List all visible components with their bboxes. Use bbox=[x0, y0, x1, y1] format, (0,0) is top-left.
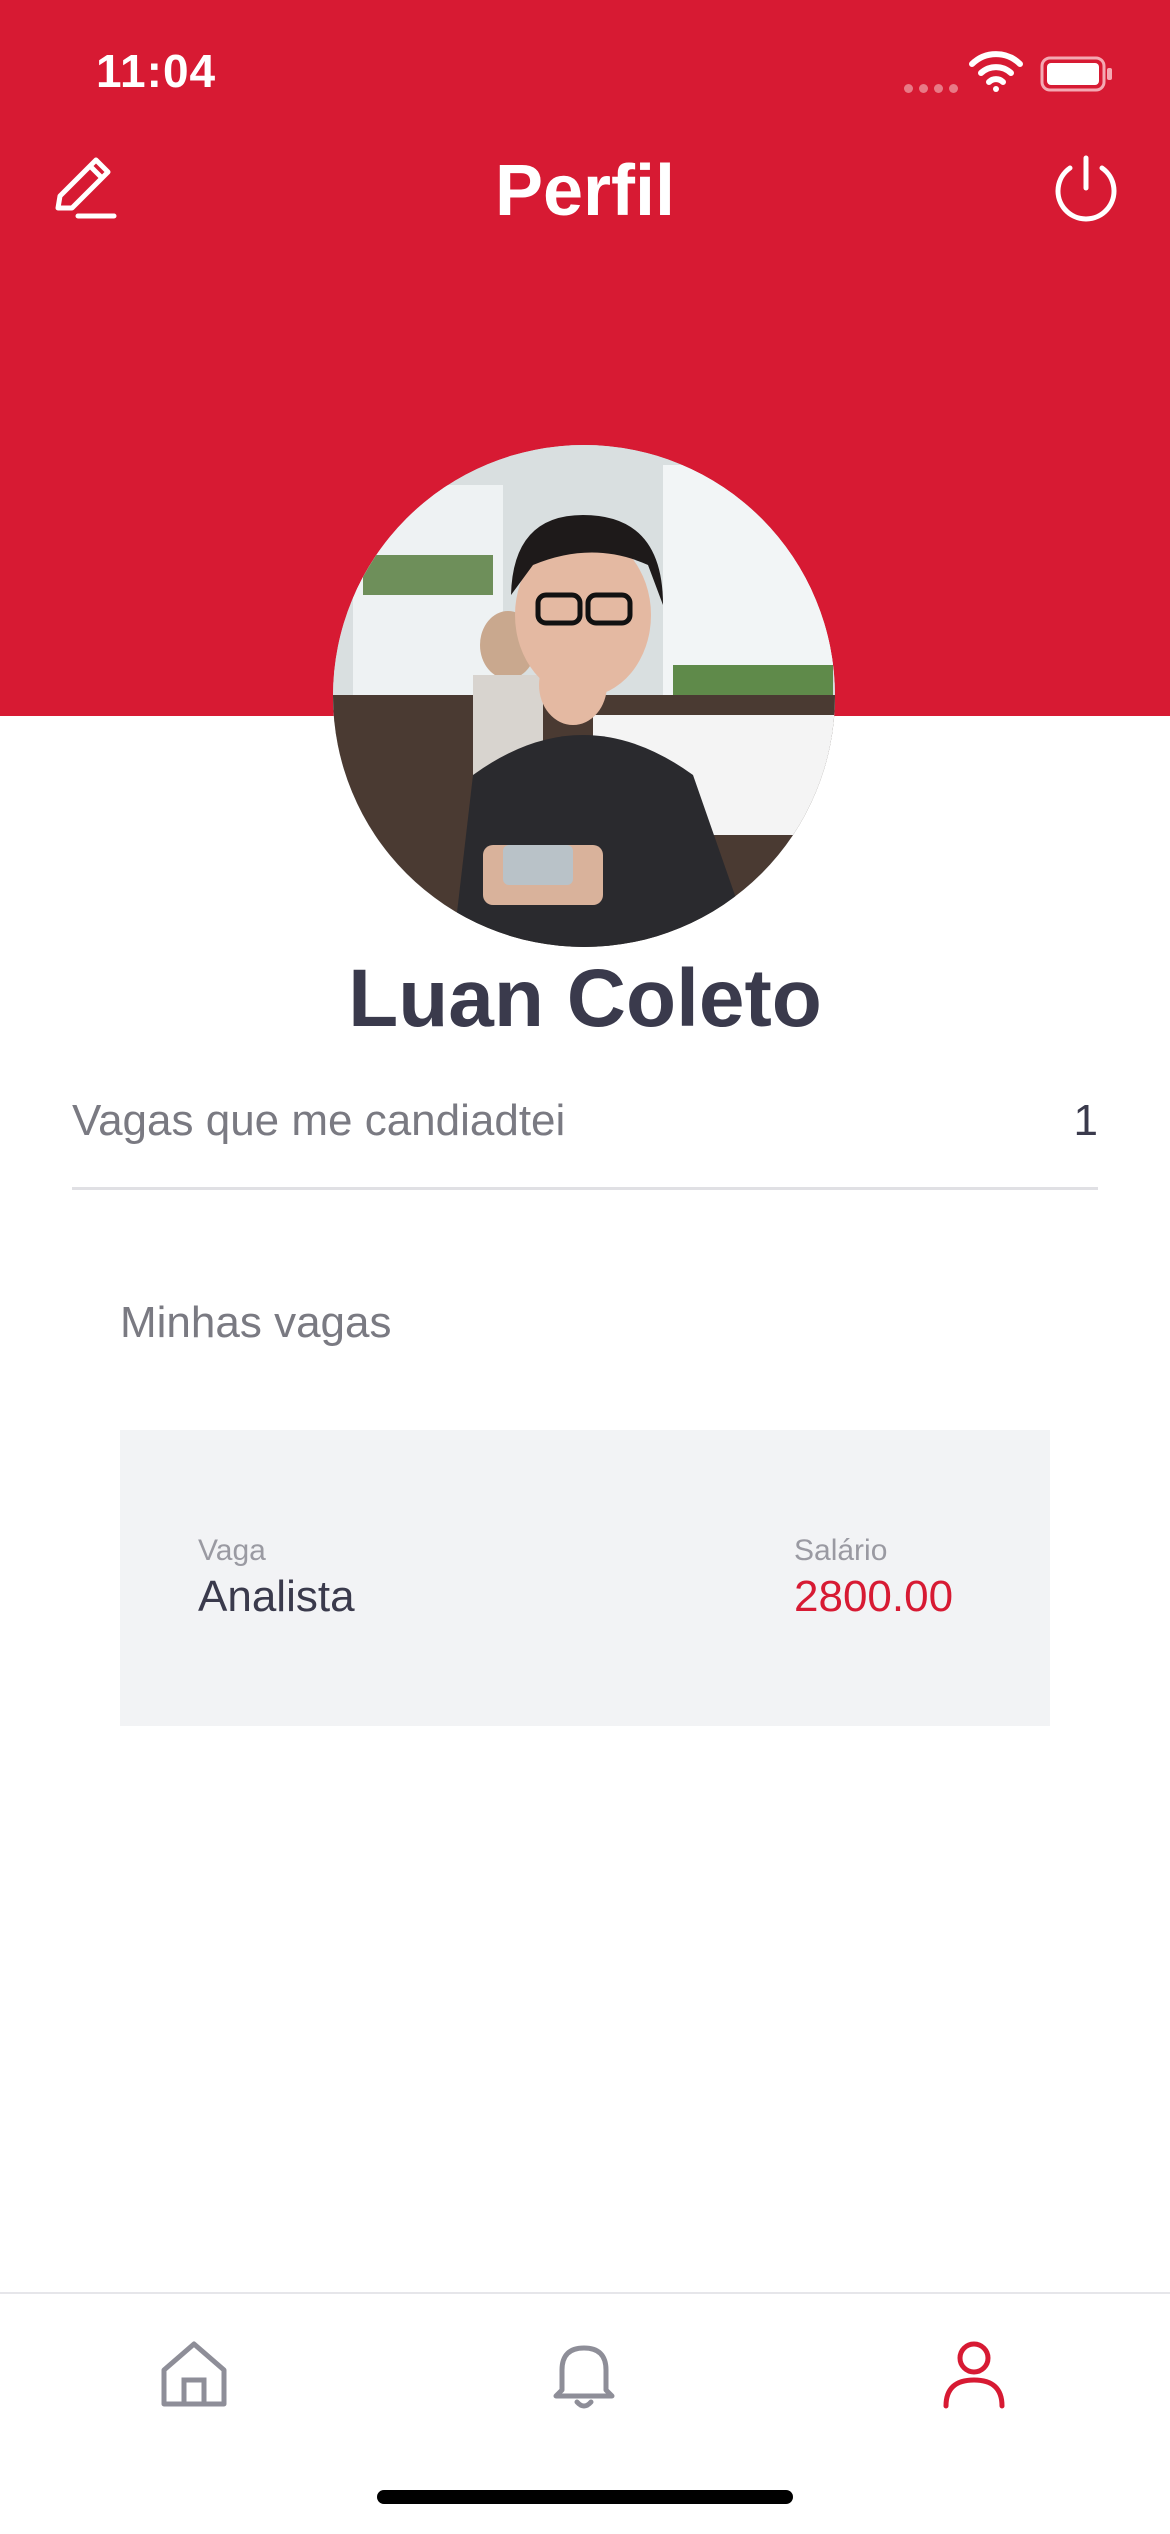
home-indicator bbox=[377, 2490, 793, 2504]
job-card[interactable]: Vaga Analista Salário 2800.00 bbox=[120, 1430, 1050, 1726]
user-icon[interactable] bbox=[934, 2334, 1014, 2414]
battery-icon bbox=[1040, 56, 1112, 92]
bell-icon[interactable] bbox=[544, 2334, 624, 2414]
wifi-icon bbox=[969, 51, 1023, 92]
signal-icon bbox=[904, 80, 964, 98]
section-title: Minhas vagas bbox=[120, 1298, 392, 1347]
applied-jobs-label: Vagas que me candiadtei bbox=[72, 1096, 566, 1145]
salary-value: 2800.00 bbox=[794, 1572, 954, 1621]
power-icon[interactable] bbox=[1046, 150, 1126, 230]
page-title: Perfil bbox=[494, 151, 676, 231]
avatar bbox=[333, 445, 835, 947]
applied-jobs-row[interactable]: Vagas que me candiadtei 1 bbox=[72, 1090, 1098, 1190]
job-title-label: Vaga bbox=[198, 1534, 266, 1567]
applied-jobs-count: 1 bbox=[1073, 1096, 1098, 1145]
salary-label: Salário bbox=[794, 1534, 888, 1567]
job-title-value: Analista bbox=[198, 1572, 355, 1621]
user-name: Luan Coleto bbox=[348, 953, 822, 1044]
status-time: 11:04 bbox=[96, 45, 217, 97]
home-icon[interactable] bbox=[154, 2334, 234, 2414]
